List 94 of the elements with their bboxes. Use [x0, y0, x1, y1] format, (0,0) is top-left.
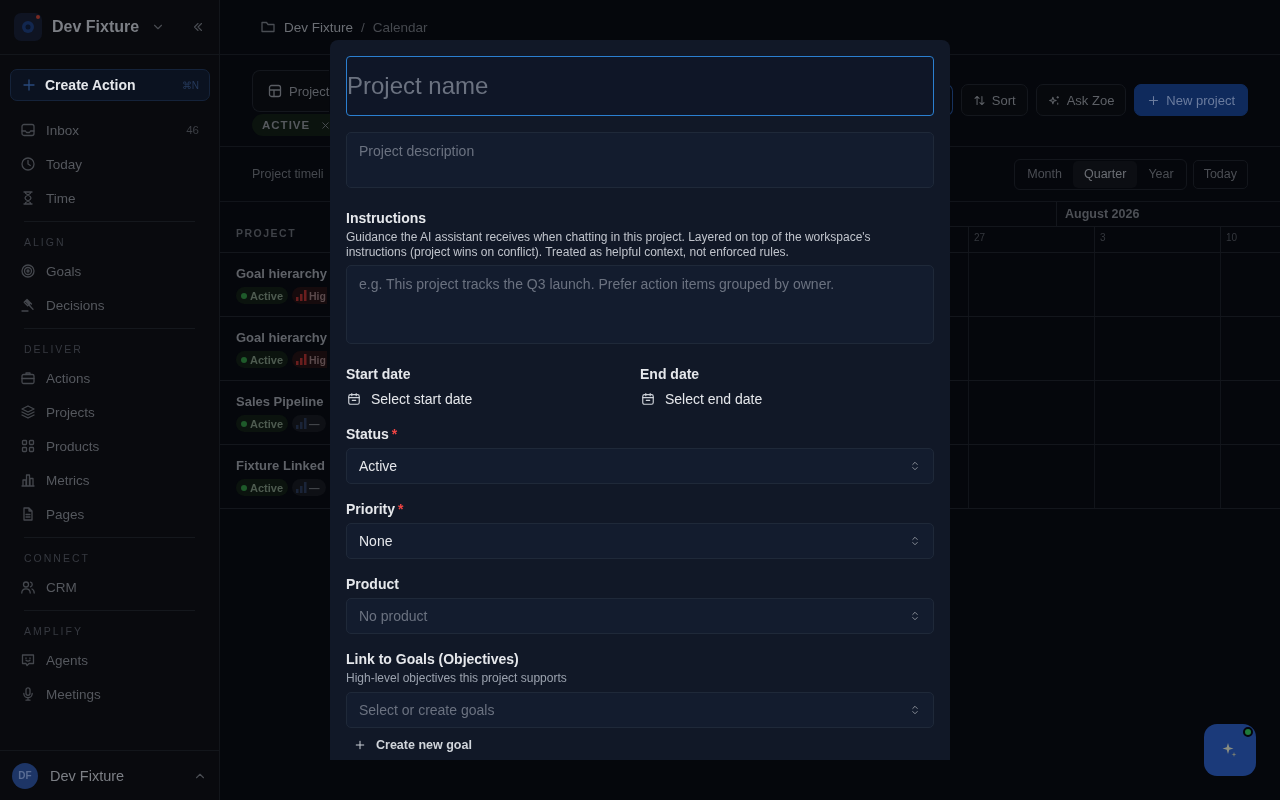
select-field[interactable]: Active: [346, 448, 934, 484]
project-name-field[interactable]: Project name: [346, 56, 934, 116]
create-goal-button[interactable]: Create new goal: [346, 738, 480, 752]
field-label: Link to Goals (Objectives): [346, 651, 520, 667]
field-help: High-level objectives this project supports: [346, 671, 568, 686]
inbox-icon: [20, 122, 36, 138]
date-picker-button[interactable]: Select start date: [346, 388, 640, 410]
collapse-icon: [191, 20, 205, 34]
calendar-icon: [641, 392, 655, 406]
create-action-button[interactable]: Create Action ⌘N: [10, 69, 210, 101]
project-name[interactable]: Fixture Linked: [236, 458, 330, 473]
assistant-button[interactable]: [1204, 724, 1256, 776]
nav-item[interactable]: Products: [10, 429, 209, 463]
plus-icon: [21, 77, 37, 93]
select-field[interactable]: None: [346, 523, 934, 559]
people-icon: [20, 579, 36, 595]
gavel-icon: [20, 297, 36, 313]
nav-item[interactable]: CRM: [10, 570, 209, 604]
priority-bars-icon: [296, 354, 308, 365]
column-header: PROJECT: [236, 227, 297, 239]
chevron-updown-icon: [909, 460, 921, 472]
priority-badge: —: [292, 415, 326, 432]
select-field[interactable]: Select or create goals: [346, 692, 934, 728]
field-label: Start date: [346, 366, 412, 382]
chevron-updown-icon: [909, 704, 921, 716]
status-badge: Active: [236, 287, 289, 304]
status-badge: Active: [236, 415, 289, 432]
nav-item[interactable]: Projects: [10, 395, 209, 429]
close-icon: [320, 119, 332, 131]
range-tab[interactable]: Quarter: [1073, 160, 1138, 188]
ask-button[interactable]: Ask Zoe: [1035, 84, 1127, 116]
nav-item[interactable]: Goals: [10, 254, 209, 288]
layers-icon: [20, 404, 36, 420]
nav-item[interactable]: Agents: [10, 643, 209, 677]
priority-bars-icon: [296, 290, 308, 301]
nav-item[interactable]: Pages: [10, 497, 209, 531]
timeline-caption: Project timeli: [252, 167, 325, 181]
status-badge: Active: [236, 479, 289, 496]
breadcrumb-item[interactable]: Calendar: [372, 19, 428, 35]
nav-item[interactable]: Today: [10, 147, 209, 181]
select-field[interactable]: No product: [346, 598, 934, 634]
field-label: Instructions: [346, 210, 428, 226]
view-button[interactable]: Project: [252, 70, 329, 112]
bar-chart-icon: [20, 472, 36, 488]
new-project-button[interactable]: New project: [1134, 84, 1248, 116]
plus-icon: [1147, 93, 1161, 107]
user-avatar[interactable]: DF: [12, 762, 38, 789]
shortcut-hint: ⌘N: [181, 79, 199, 91]
field-label: End date: [640, 366, 701, 382]
breadcrumb-separator: /: [361, 19, 365, 35]
field-label: Status *: [346, 426, 399, 442]
table-icon: [267, 83, 283, 99]
project-name[interactable]: Goal hierarchy: [236, 266, 330, 281]
folder-icon: [260, 19, 276, 35]
target-icon: [20, 263, 36, 279]
nav-item[interactable]: Metrics: [10, 463, 209, 497]
priority-bars-icon: [296, 418, 308, 429]
field-label: Priority *: [346, 501, 405, 517]
sort-icon: [972, 93, 986, 107]
status-badge: Active: [236, 351, 289, 368]
sparkle-icon: [1047, 93, 1061, 107]
clock-icon: [20, 156, 36, 172]
project-name[interactable]: Sales Pipeline: [236, 394, 330, 409]
today-button[interactable]: Today: [1192, 159, 1248, 189]
priority-bars-icon: [296, 482, 308, 493]
month-label: August 2026: [1064, 206, 1140, 223]
grid-icon: [20, 438, 36, 454]
instructions-field[interactable]: e.g. This project tracks the Q3 launch. Prefer action items grouped by owner.: [346, 265, 934, 344]
priority-badge: Hig: [292, 351, 327, 368]
field-help: Guidance the AI assistant receives when chatting in this project. Layered on top of the workspace's instructions (project wins on conflict). Treated as helpful context, not enforced rules.: [346, 230, 872, 260]
priority-badge: Hig: [292, 287, 327, 304]
sort-button[interactable]: Sort: [960, 84, 1028, 116]
description-field[interactable]: Project description: [346, 132, 934, 188]
nav-item[interactable]: Time: [10, 181, 209, 215]
microphone-icon: [20, 686, 36, 702]
chevron-updown-icon: [909, 535, 921, 547]
nav-item[interactable]: Decisions: [10, 288, 209, 322]
chat-face-icon: [20, 652, 36, 668]
field-label: Product: [346, 576, 400, 592]
briefcase-icon: [20, 370, 36, 386]
document-icon: [20, 506, 36, 522]
workspace-name[interactable]: Dev Fixture: [52, 18, 141, 36]
chevron-updown-icon: [909, 610, 921, 622]
nav-item[interactable]: Meetings: [10, 677, 209, 711]
date-picker-button[interactable]: Select end date: [640, 388, 934, 410]
breadcrumb-item[interactable]: Dev Fixture: [284, 19, 354, 35]
priority-badge: —: [292, 479, 326, 496]
range-tab[interactable]: Year: [1137, 160, 1185, 188]
calendar-icon: [347, 392, 361, 406]
range-tab[interactable]: Month: [1016, 160, 1073, 188]
user-name[interactable]: Dev Fixture: [50, 767, 181, 784]
project-name[interactable]: Goal hierarchy: [236, 330, 330, 345]
nav-item[interactable]: Actions: [10, 361, 209, 395]
plus-icon: [354, 739, 366, 751]
